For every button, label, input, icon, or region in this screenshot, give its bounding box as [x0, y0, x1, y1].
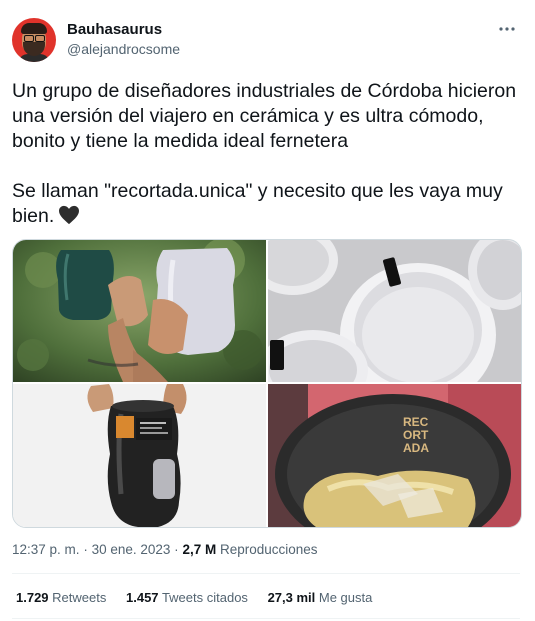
quotes-count: 1.457 — [126, 590, 159, 605]
divider-top — [12, 573, 520, 574]
meta-separator-2: · — [174, 542, 179, 557]
author-handle[interactable]: @alejandrocsome — [67, 41, 180, 57]
media-grid: REC ORT ADA — [12, 239, 522, 528]
quotes-label: Tweets citados — [161, 590, 248, 605]
retweets-label: Retweets — [52, 590, 107, 605]
tweet-text-body: Un grupo de diseñadores industriales de … — [12, 80, 517, 227]
retweets-count: 1.729 — [16, 590, 49, 605]
more-options-icon[interactable] — [498, 20, 516, 43]
cup-logo-line-3: ADA — [403, 441, 429, 455]
tweet-meta: 12:37 p. m. · 30 ene. 2023 · 2,7 M Repro… — [12, 542, 318, 557]
meta-separator: · — [83, 542, 88, 557]
views-count: 2,7 M — [182, 542, 217, 557]
retweets-stat[interactable]: 1.729 Retweets — [16, 590, 106, 605]
tweet-header: Bauhasaurus @alejandrocsome — [12, 18, 522, 66]
avatar[interactable] — [12, 18, 56, 62]
likes-label: Me gusta — [318, 590, 373, 605]
media-photo-4[interactable]: REC ORT ADA — [268, 384, 521, 527]
black-heart-icon — [59, 205, 80, 225]
media-photo-1[interactable] — [13, 240, 266, 382]
author-display-name[interactable]: Bauhasaurus — [67, 21, 162, 38]
divider-bottom — [12, 618, 520, 619]
likes-stat[interactable]: 27,3 mil Me gusta — [268, 590, 373, 605]
media-photo-2[interactable] — [268, 240, 521, 382]
views-label: Reproducciones — [219, 542, 318, 557]
tweet-stats: 1.729 Retweets 1.457 Tweets citados 27,3… — [16, 590, 388, 605]
tweet-date[interactable]: 30 ene. 2023 — [92, 542, 171, 557]
cup-logo-line-2: ORT — [403, 428, 429, 442]
likes-count: 27,3 mil — [267, 590, 316, 605]
media-photo-3[interactable] — [13, 384, 266, 527]
tweet: Bauhasaurus @alejandrocsome Un grupo de … — [0, 0, 535, 621]
tweet-time[interactable]: 12:37 p. m. — [12, 542, 80, 557]
tweet-text: Un grupo de diseñadores industriales de … — [12, 79, 522, 229]
cup-logo-line-1: REC — [403, 415, 429, 429]
quotes-stat[interactable]: 1.457 Tweets citados — [126, 590, 248, 605]
